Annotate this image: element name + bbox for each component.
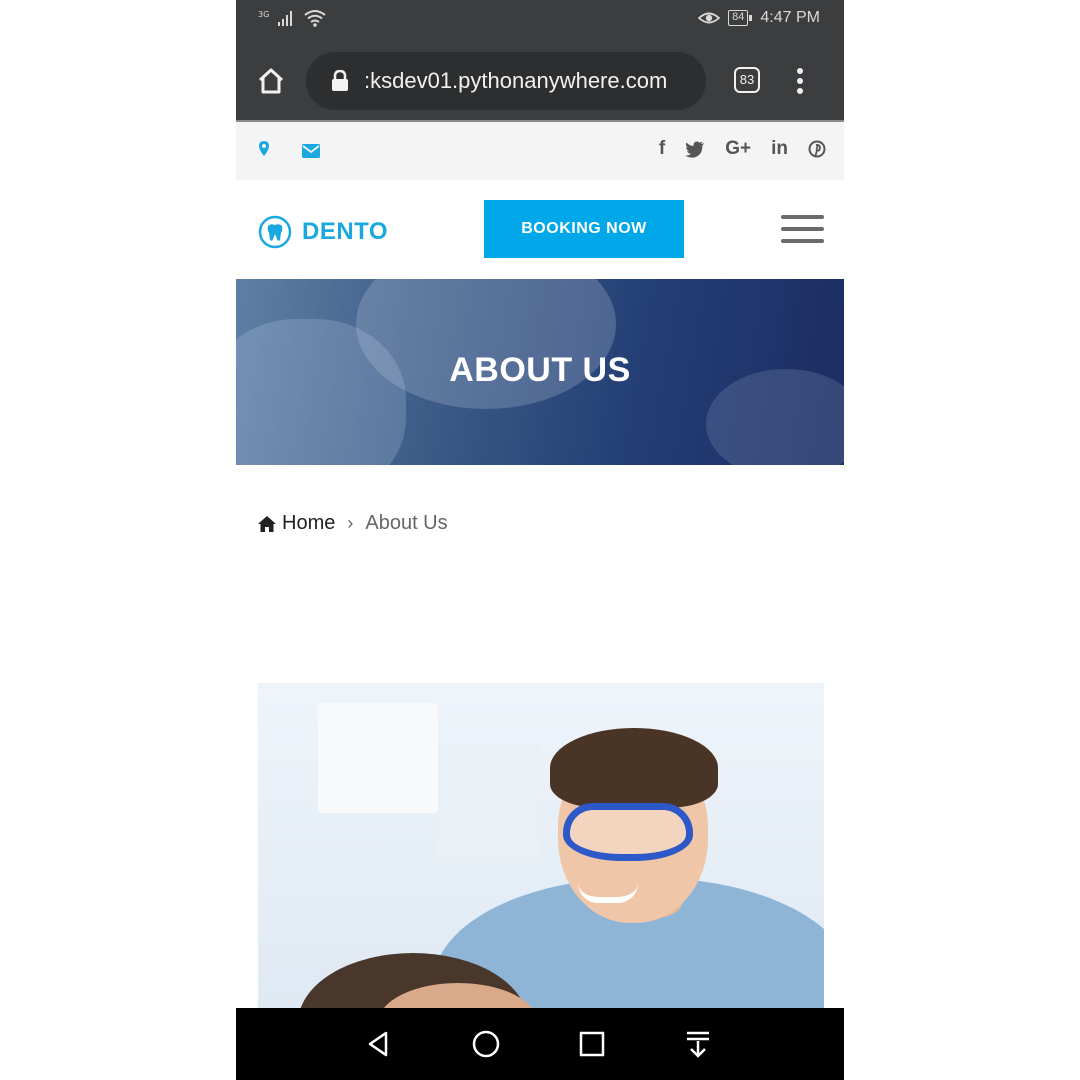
pinterest-icon[interactable] [808,140,826,158]
home-nav-icon[interactable] [470,1028,502,1060]
breadcrumb-home-link[interactable]: Home [258,512,335,535]
system-nav-bar [236,1008,844,1080]
booking-now-button[interactable]: BOOKING NOW [484,200,684,258]
about-photo [258,683,824,1013]
photo-background [438,743,538,863]
battery-icon: 84 [728,10,753,26]
breadcrumb: Home › About Us [258,512,448,535]
location-pin-icon[interactable] [258,140,270,158]
tab-switcher-button[interactable]: 83 [734,67,760,93]
wifi-icon [304,10,326,27]
overflow-menu-icon[interactable] [796,68,804,96]
dentist-figure [550,728,718,808]
home-icon[interactable] [256,66,286,96]
lock-icon [332,70,348,91]
eye-comfort-icon [698,12,721,24]
logo-text: DENTO [302,218,389,245]
status-bar: 3G 84 4:47 PM [236,0,844,40]
status-left: 3G [258,8,327,28]
page-title: ABOUT US [449,351,631,389]
social-links: f G+ in [659,138,826,160]
recents-icon[interactable] [576,1028,608,1060]
breadcrumb-separator: › [347,513,354,533]
breadcrumb-home-label: Home [282,512,336,534]
top-info-bar: f G+ in [236,122,844,180]
twitter-icon[interactable] [685,141,705,158]
url-text[interactable]: :ksdev01.pythonanywhere.com [364,68,667,94]
browser-toolbar: :ksdev01.pythonanywhere.com 83 [236,40,844,122]
dentist-figure [563,803,693,861]
hamburger-menu-icon[interactable] [781,215,824,243]
house-icon [258,515,276,532]
signal-icon [278,11,293,26]
hero-banner: ABOUT US [236,279,844,465]
address-bar[interactable]: :ksdev01.pythonanywhere.com [306,52,706,110]
site-logo[interactable]: DENTO [258,215,388,249]
breadcrumb-current: About Us [365,512,448,534]
linkedin-icon[interactable]: in [771,138,788,160]
google-plus-icon[interactable]: G+ [725,138,751,160]
tooth-logo-icon [258,215,292,249]
back-icon[interactable] [364,1028,396,1060]
status-right: 84 4:47 PM [698,9,820,27]
network-type: 3G [258,9,270,19]
photo-background [318,703,438,813]
clock: 4:47 PM [760,9,820,26]
envelope-icon[interactable] [302,144,320,158]
phone-screen: 3G 84 4:47 PM:ksdev01.pythonanywhere.co… [236,0,844,1080]
notification-pull-icon[interactable] [682,1028,714,1060]
site-header: DENTO BOOKING NOW [236,180,844,279]
facebook-icon[interactable]: f [659,138,665,160]
